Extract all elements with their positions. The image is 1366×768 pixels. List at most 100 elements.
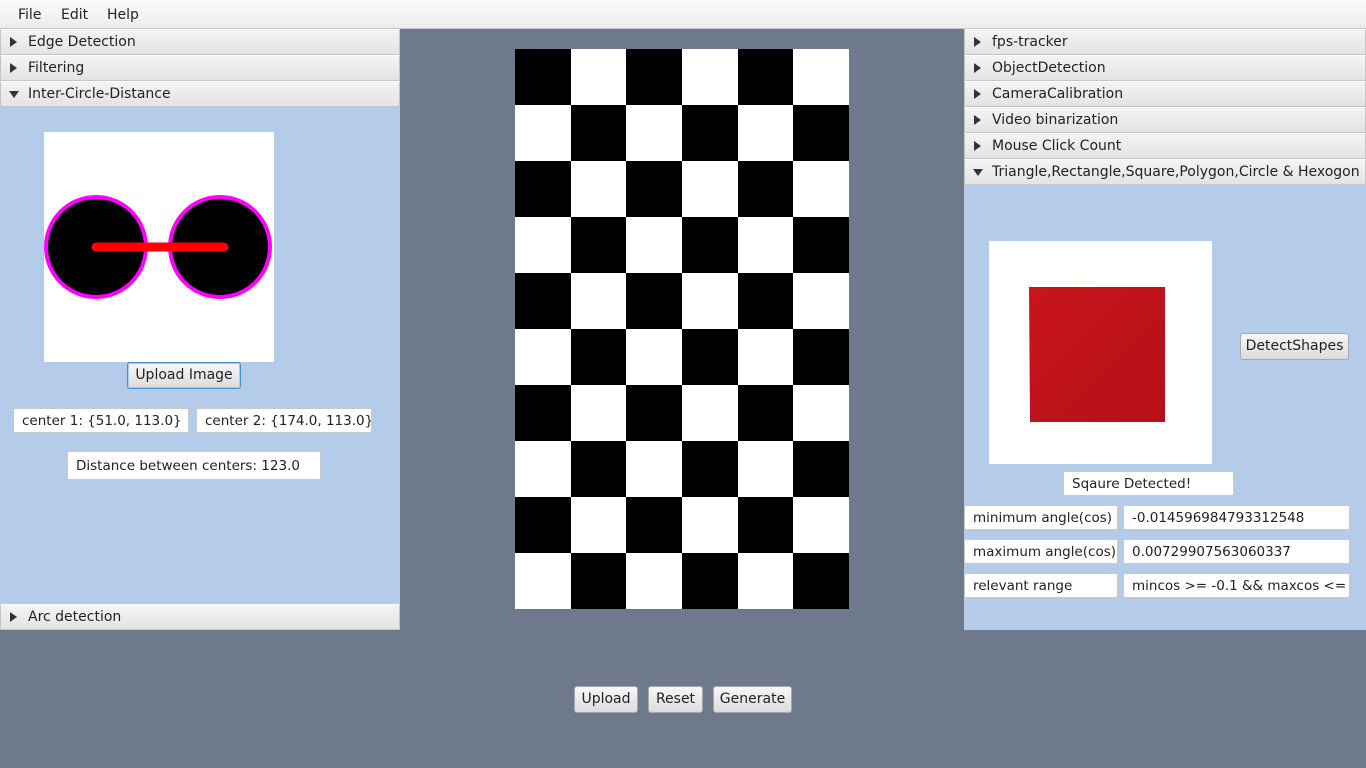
- checker-cell: [682, 385, 738, 441]
- checker-cell: [682, 497, 738, 553]
- range-value-field[interactable]: mincos >= -0.1 && maxcos <=: [1123, 573, 1350, 598]
- section-shape-detection[interactable]: Triangle,Rectangle,Square,Polygon,Circle…: [964, 159, 1366, 185]
- checker-cell: [515, 273, 571, 329]
- checker-cell: [515, 161, 571, 217]
- checker-cell: [515, 329, 571, 385]
- section-label: Mouse Click Count: [992, 138, 1122, 154]
- checker-cell: [793, 105, 849, 161]
- checker-cell: [626, 49, 682, 105]
- red-square: [1029, 287, 1165, 422]
- checker-cell: [570, 105, 627, 161]
- collapsed-arrow-icon: [10, 612, 17, 622]
- checker-cell: [571, 497, 627, 553]
- checker-cell: [737, 161, 794, 217]
- checker-cell: [738, 329, 794, 385]
- range-label-field[interactable]: relevant range: [964, 573, 1118, 598]
- menu-bar: File Edit Help: [0, 0, 1366, 29]
- checker-cell: [737, 273, 794, 329]
- checker-cell: [682, 105, 738, 161]
- checker-cell: [515, 553, 571, 609]
- checker-cell: [626, 385, 682, 441]
- section-video-binarization[interactable]: Video binarization: [964, 107, 1366, 133]
- menu-help[interactable]: Help: [107, 7, 139, 23]
- checker-cell: [682, 273, 738, 329]
- expanded-arrow-icon: [973, 169, 983, 176]
- checker-cell: [793, 273, 849, 329]
- reset-button[interactable]: Reset: [648, 686, 703, 713]
- section-label: Video binarization: [992, 112, 1119, 128]
- collapsed-arrow-icon: [974, 141, 981, 151]
- checker-cell: [682, 217, 738, 273]
- min-angle-label-field[interactable]: minimum angle(cos): [964, 505, 1118, 530]
- checker-cell: [571, 385, 627, 441]
- section-label: Inter-Circle-Distance: [28, 86, 171, 102]
- checker-cell: [793, 385, 849, 441]
- max-angle-value-field[interactable]: 0.00729907563060337: [1123, 539, 1350, 564]
- section-label: fps-tracker: [992, 34, 1068, 50]
- section-camera-calibration[interactable]: CameraCalibration: [964, 81, 1366, 107]
- menu-file[interactable]: File: [18, 7, 41, 23]
- checker-cell: [515, 217, 571, 273]
- shape-detection-content: DetectShapes Sqaure Detected! minimum an…: [964, 185, 1366, 630]
- checker-cell: [571, 273, 627, 329]
- checker-cell: [793, 553, 849, 609]
- distance-field[interactable]: Distance between centers: 123.0: [67, 451, 321, 480]
- checker-cell: [626, 497, 682, 553]
- checker-cell: [738, 441, 794, 497]
- section-inter-circle-distance[interactable]: Inter-Circle-Distance: [0, 81, 400, 107]
- checker-cell: [626, 161, 682, 217]
- checker-cell: [682, 161, 738, 217]
- checker-cell: [738, 553, 794, 609]
- checker-cell: [793, 329, 849, 385]
- checker-cell: [626, 329, 682, 385]
- checker-cell: [515, 105, 571, 161]
- collapsed-arrow-icon: [974, 37, 981, 47]
- collapsed-arrow-icon: [10, 63, 17, 73]
- max-angle-label-field[interactable]: maximum angle(cos): [964, 539, 1118, 564]
- checker-cell: [738, 217, 794, 273]
- shape-result-field[interactable]: Sqaure Detected!: [1063, 471, 1234, 496]
- checker-cell: [793, 49, 849, 105]
- checker-cell: [626, 553, 682, 609]
- section-label: Arc detection: [28, 609, 122, 625]
- checker-cell: [571, 49, 627, 105]
- checker-cell: [570, 217, 627, 273]
- checker-cell: [793, 217, 849, 273]
- checker-cell: [682, 553, 738, 609]
- section-mouse-click-count[interactable]: Mouse Click Count: [964, 133, 1366, 159]
- generate-button[interactable]: Generate: [713, 686, 792, 713]
- collapsed-arrow-icon: [10, 37, 17, 47]
- checker-cell: [571, 161, 627, 217]
- checker-cell: [793, 161, 849, 217]
- section-arc-detection[interactable]: Arc detection: [0, 604, 400, 630]
- detect-shapes-button[interactable]: DetectShapes: [1240, 333, 1349, 360]
- checker-cell: [570, 553, 627, 609]
- section-filtering[interactable]: Filtering: [0, 55, 400, 81]
- section-fps-tracker[interactable]: fps-tracker: [964, 29, 1366, 55]
- section-edge-detection[interactable]: Edge Detection: [0, 29, 400, 55]
- section-label: Edge Detection: [28, 34, 136, 50]
- checker-cell: [626, 217, 682, 273]
- collapsed-arrow-icon: [974, 89, 981, 99]
- min-angle-value-field[interactable]: -0.014596984793312548: [1123, 505, 1350, 530]
- center-2-field[interactable]: center 2: {174.0, 113.0}: [196, 408, 372, 433]
- section-label: Triangle,Rectangle,Square,Polygon,Circle…: [992, 164, 1360, 180]
- section-object-detection[interactable]: ObjectDetection: [964, 55, 1366, 81]
- collapsed-arrow-icon: [974, 115, 981, 125]
- circles-figure: [44, 195, 272, 299]
- checker-cell: [570, 329, 627, 385]
- checker-cell: [682, 49, 738, 105]
- menu-edit[interactable]: Edit: [61, 7, 88, 23]
- upload-button[interactable]: Upload: [574, 686, 638, 713]
- upload-image-button[interactable]: Upload Image: [127, 362, 241, 389]
- expanded-arrow-icon: [9, 91, 19, 98]
- center-1-field[interactable]: center 1: {51.0, 113.0}: [13, 408, 189, 433]
- checker-cell: [738, 105, 794, 161]
- checker-cell: [515, 497, 571, 553]
- checker-cell: [737, 49, 794, 105]
- section-label: CameraCalibration: [992, 86, 1124, 102]
- checker-cell: [626, 105, 682, 161]
- checker-cell: [793, 441, 849, 497]
- checker-cell: [737, 497, 794, 553]
- checker-cell: [515, 49, 571, 105]
